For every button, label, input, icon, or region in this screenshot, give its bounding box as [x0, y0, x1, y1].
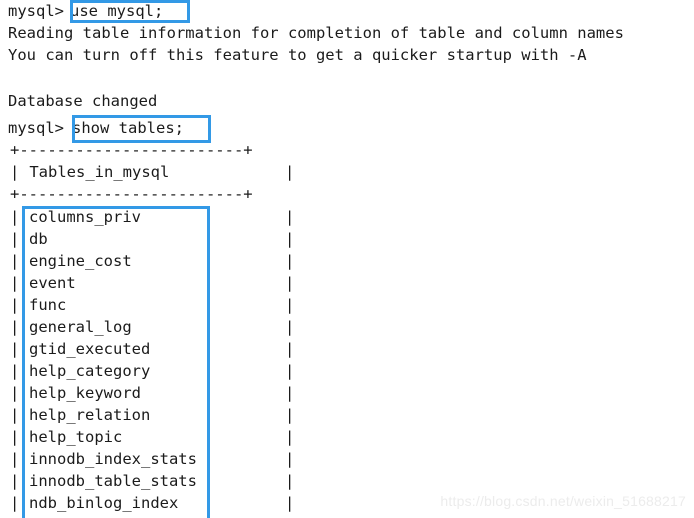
- prompt-line-use: mysql> use mysql;: [8, 0, 163, 22]
- table-cell-value: ndb_binlog_index: [29, 494, 179, 512]
- table-right-pipe: |: [285, 362, 295, 380]
- table-row: |: [10, 426, 19, 448]
- table-row: |: [10, 338, 19, 360]
- table-cell-value: help_relation: [29, 406, 151, 424]
- table-row: |: [10, 206, 19, 228]
- message-turn-off-feature: You can turn off this feature to get a q…: [8, 46, 587, 64]
- table-cell-value: event: [29, 274, 76, 292]
- table-separator-middle: +------------------------+: [10, 185, 253, 203]
- table-left-pipe: |: [10, 362, 20, 380]
- table-cell-value: db: [29, 230, 48, 248]
- table-cell-value: help_category: [29, 362, 151, 380]
- table-right-pipe: |: [285, 163, 295, 181]
- table-right-pipe: |: [285, 208, 295, 226]
- table-right-pipe: |: [285, 296, 295, 314]
- table-row: |: [10, 228, 19, 250]
- table-right-pipe: |: [285, 274, 295, 292]
- table-row: |: [10, 272, 19, 294]
- table-left-pipe: |: [10, 340, 20, 358]
- table-right-pipe: |: [285, 340, 295, 358]
- table-left-pipe: |: [10, 472, 20, 490]
- table-separator-top: +------------------------+: [10, 141, 253, 159]
- table-row: |: [10, 404, 19, 426]
- table-row: |: [10, 294, 19, 316]
- prompt-symbol: mysql>: [8, 119, 64, 137]
- table-right-pipe: |: [285, 472, 295, 490]
- table-cell-value: gtid_executed: [29, 340, 151, 358]
- table-left-pipe: |: [10, 384, 20, 402]
- table-left-pipe: |: [10, 406, 20, 424]
- table-header-row: | Tables_in_mysql: [10, 161, 169, 183]
- command-use-mysql[interactable]: use mysql;: [64, 2, 163, 20]
- table-left-pipe: |: [10, 494, 20, 512]
- table-right-pipe: |: [285, 494, 295, 512]
- table-row: |: [10, 316, 19, 338]
- table-left-pipe: |: [10, 163, 20, 181]
- table-left-pipe: |: [10, 230, 20, 248]
- table-right-pipe: |: [285, 428, 295, 446]
- prompt-symbol: mysql>: [8, 2, 64, 20]
- table-right-pipe: |: [285, 252, 295, 270]
- command-show-tables[interactable]: show tables;: [64, 119, 184, 137]
- table-row: |: [10, 492, 19, 514]
- table-left-pipe: |: [10, 428, 20, 446]
- message-database-changed: Database changed: [8, 92, 158, 110]
- table-right-pipe: |: [285, 406, 295, 424]
- table-left-pipe: |: [10, 318, 20, 336]
- table-row: |: [10, 382, 19, 404]
- table-column-header: Tables_in_mysql: [29, 163, 170, 181]
- table-row: |: [10, 448, 19, 470]
- table-cell-value: help_topic: [29, 428, 123, 446]
- table-cell-value: innodb_index_stats: [29, 450, 197, 468]
- watermark-text: https://blog.csdn.net/weixin_51688217: [440, 493, 686, 509]
- table-cell-value: general_log: [29, 318, 132, 336]
- table-row: |: [10, 470, 19, 492]
- table-left-pipe: |: [10, 296, 20, 314]
- table-cell-value: func: [29, 296, 67, 314]
- table-cell-value: columns_priv: [29, 208, 141, 226]
- terminal-output: mysql> use mysql; Reading table informati…: [0, 0, 694, 518]
- table-left-pipe: |: [10, 208, 20, 226]
- message-reading-table-info: Reading table information for completion…: [8, 24, 624, 42]
- table-right-pipe: |: [285, 384, 295, 402]
- table-left-pipe: |: [10, 252, 20, 270]
- table-row: |: [10, 360, 19, 382]
- table-left-pipe: |: [10, 450, 20, 468]
- table-cell-value: innodb_table_stats: [29, 472, 197, 490]
- table-row: |: [10, 250, 19, 272]
- table-right-pipe: |: [285, 318, 295, 336]
- table-left-pipe: |: [10, 274, 20, 292]
- table-cell-value: help_keyword: [29, 384, 141, 402]
- table-right-pipe: |: [285, 230, 295, 248]
- table-cell-value: engine_cost: [29, 252, 132, 270]
- table-right-pipe: |: [285, 450, 295, 468]
- prompt-line-show-tables: mysql> show tables;: [8, 117, 184, 139]
